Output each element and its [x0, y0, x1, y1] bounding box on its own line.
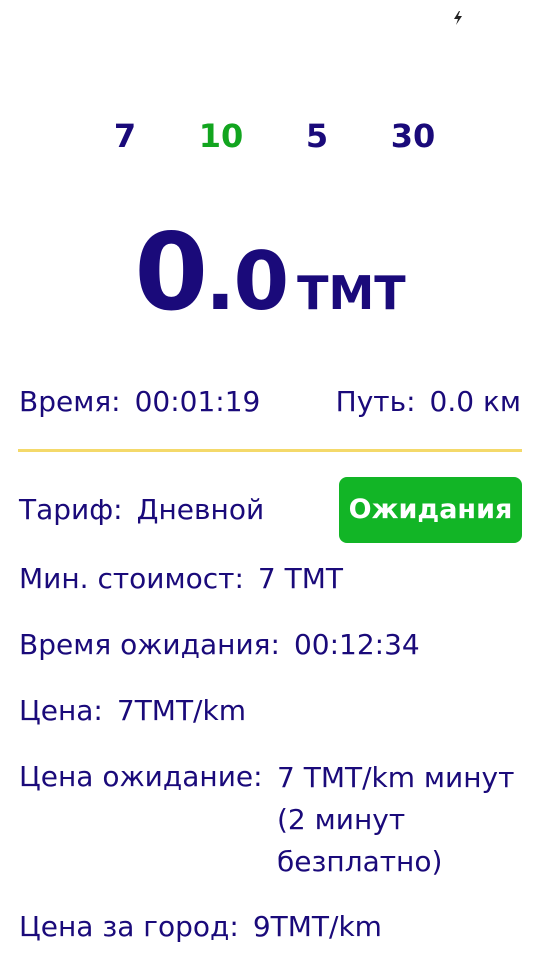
price-value: 7TMT/km: [116, 694, 246, 727]
lightning-bolt-icon: [454, 11, 462, 25]
preset-7[interactable]: 7: [90, 114, 160, 158]
wait-time-label: Время ожидания:: [19, 628, 280, 661]
wait-time-value: 00:12:34: [293, 628, 420, 661]
time-row: Время: 00:01:19: [19, 382, 260, 422]
waiting-button[interactable]: Ожидания: [339, 477, 522, 543]
min-cost-value: 7 TMT: [257, 562, 343, 595]
wait-price-value: 7 TMT/km минут (2 минут безплатно): [277, 761, 515, 878]
fare-display: 0.0 ТМТ: [0, 218, 540, 329]
min-cost-label: Мин. стоимост:: [19, 562, 244, 595]
city-price-label: Цена за город:: [19, 910, 239, 943]
distance-value: 0.0 км: [429, 385, 521, 418]
distance-label: Путь:: [335, 385, 416, 418]
tariff-value: Дневной: [136, 493, 265, 526]
divider: [18, 449, 522, 452]
fare-unit: ТМТ: [297, 266, 406, 320]
fare-integer: 0: [134, 211, 208, 334]
tariff-row: Тариф: Дневной: [19, 490, 264, 530]
wait-price-label: Цена ожидание:: [19, 760, 263, 793]
wait-price-row: Цена ожидание:: [19, 757, 263, 797]
preset-30[interactable]: 30: [378, 114, 448, 158]
preset-5[interactable]: 5: [282, 114, 352, 158]
time-value: 00:01:19: [134, 385, 261, 418]
status-bar: [0, 0, 540, 36]
tariff-label: Тариф:: [19, 493, 123, 526]
wait-time-row: Время ожидания: 00:12:34: [19, 625, 420, 665]
price-label: Цена:: [19, 694, 103, 727]
distance-row: Путь: 0.0 км: [336, 382, 521, 422]
preset-10[interactable]: 10: [186, 114, 256, 158]
city-price-row: Цена за город: 9TMT/km: [19, 907, 382, 947]
price-row: Цена: 7TMT/km: [19, 691, 246, 731]
min-cost-row: Мин. стоимост: 7 TMT: [19, 559, 343, 599]
time-label: Время:: [19, 385, 121, 418]
city-price-value: 9TMT/km: [252, 910, 382, 943]
fare-decimal: .0: [205, 235, 289, 328]
preset-amounts: 7 10 5 30: [0, 114, 540, 158]
